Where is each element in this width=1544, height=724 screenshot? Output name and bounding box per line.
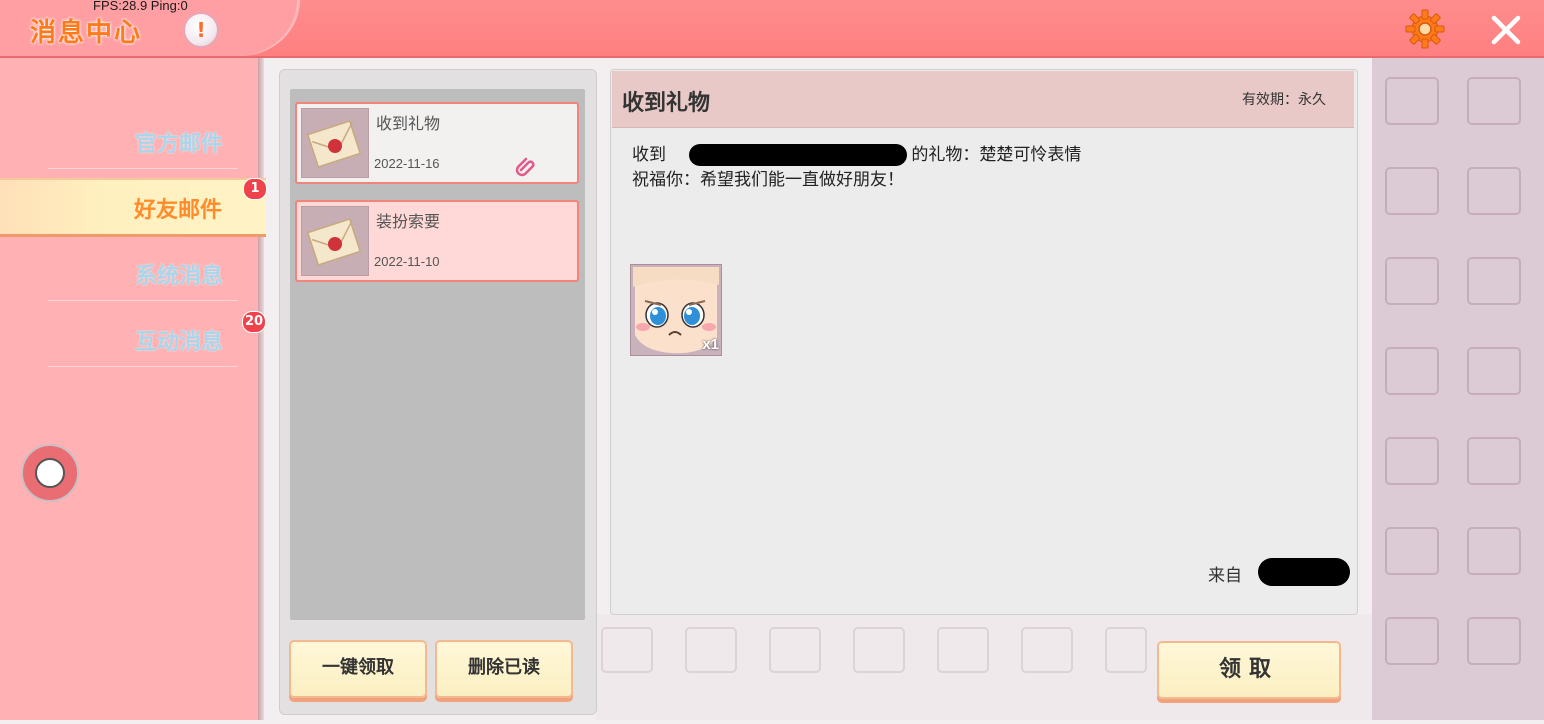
unread-badge: 1 [243, 178, 267, 200]
mail-detail-header: 收到礼物 有效期：永久 [612, 71, 1354, 128]
close-icon[interactable] [1488, 12, 1524, 48]
top-bar: 消息中心 FPS:28.9 Ping:0 ! [0, 0, 1544, 58]
sidebar-item-interaction-messages[interactable]: 互动消息 [0, 312, 245, 364]
message-suffix: 的礼物：楚楚可怜表情 [911, 145, 1082, 165]
attachment-clip-icon [515, 157, 535, 177]
list-item[interactable]: 装扮索要 2022-11-10 [295, 200, 579, 282]
sidebar-item-label: 好友邮件 [133, 198, 222, 223]
mail-detail-body: 收到 的礼物：楚楚可怜表情 祝福你：希望我们能一直做好朋友！ [632, 143, 1081, 193]
from-label: 来自 [1208, 566, 1242, 586]
sidebar-item-system-messages[interactable]: 系统消息 [0, 246, 245, 298]
message-line-2: 祝福你：希望我们能一直做好朋友！ [632, 170, 904, 190]
background-pattern [1372, 58, 1544, 720]
sidebar-item-label: 官方邮件 [134, 132, 223, 157]
gift-item[interactable]: x1 [630, 264, 722, 356]
redacted-sender [689, 144, 908, 166]
gear-icon[interactable] [1404, 8, 1446, 50]
mascot-pattern-icon [601, 627, 1147, 673]
gift-quantity: x1 [702, 336, 719, 353]
sidebar-separator [48, 168, 238, 169]
envelope-icon [301, 108, 369, 178]
unread-badge: 20 [242, 311, 266, 333]
alert-icon[interactable]: ! [183, 12, 219, 48]
sidebar-item-label: 互动消息 [134, 330, 223, 355]
sidebar-item-label: 系统消息 [134, 264, 223, 289]
claim-all-button[interactable]: 一键领取 [289, 640, 427, 698]
mail-title: 收到礼物 [376, 114, 441, 133]
message-prefix: 收到 [632, 145, 666, 165]
sidebar-separator [48, 366, 238, 367]
mail-date: 2022-11-10 [374, 254, 440, 269]
sidebar-item-friend-mail[interactable]: 好友邮件 [0, 178, 266, 237]
claim-button[interactable]: 领取 [1157, 641, 1341, 699]
mail-title: 装扮索要 [376, 212, 441, 231]
joystick-button[interactable] [21, 444, 79, 502]
sidebar-divider [258, 58, 264, 720]
mail-detail-title: 收到礼物 [622, 91, 711, 116]
message-line-1: 收到 的礼物：楚楚可怜表情 [632, 143, 1081, 168]
redacted-sender-name [1258, 558, 1350, 586]
delete-read-button[interactable]: 删除已读 [435, 640, 573, 698]
fps-readout: FPS:28.9 Ping:0 [93, 0, 188, 13]
list-item[interactable]: 收到礼物 2022-11-16 [295, 102, 579, 184]
mascot-pattern-icon [1385, 77, 1521, 665]
page-title: 消息中心 [30, 18, 143, 48]
sidebar-item-official-mail[interactable]: 官方邮件 [0, 114, 245, 166]
sidebar-separator [48, 300, 238, 301]
validity-label: 有效期：永久 [1242, 92, 1326, 108]
envelope-icon [301, 206, 369, 276]
mail-date: 2022-11-16 [374, 156, 440, 171]
